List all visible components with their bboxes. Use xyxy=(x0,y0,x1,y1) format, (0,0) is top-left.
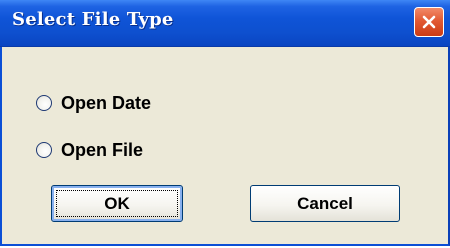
dialog-title: Select File Type xyxy=(12,9,174,30)
option-open-file[interactable]: Open File xyxy=(36,137,143,163)
close-button[interactable] xyxy=(414,7,444,37)
option-label-open-date: Open Date xyxy=(61,92,152,113)
select-file-type-dialog: Select File Type Open Date Open File OK … xyxy=(0,0,450,246)
ok-button[interactable]: OK xyxy=(51,185,183,222)
radio-button-open-date[interactable] xyxy=(36,95,52,111)
cancel-button-label: Cancel xyxy=(297,193,353,213)
close-icon xyxy=(422,15,436,29)
radio-button-open-file[interactable] xyxy=(36,142,52,158)
cancel-button[interactable]: Cancel xyxy=(250,185,400,222)
option-label-open-file: Open File xyxy=(61,139,144,160)
option-open-date[interactable]: Open Date xyxy=(36,90,151,116)
title-bar[interactable]: Select File Type xyxy=(0,0,450,47)
ok-button-label: OK xyxy=(104,193,130,213)
